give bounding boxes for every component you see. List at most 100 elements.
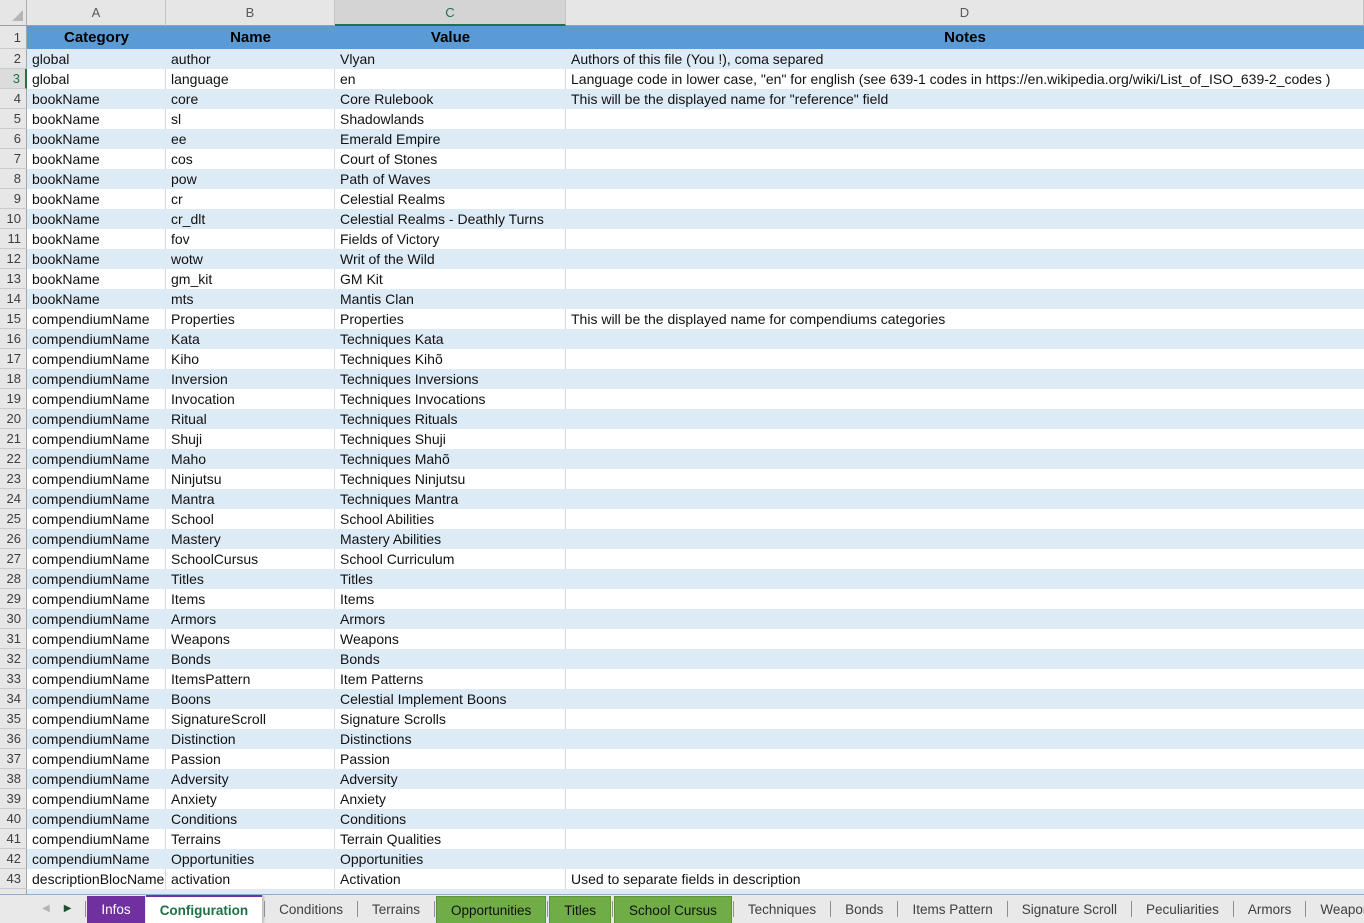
cell-name[interactable]: SchoolCursus (166, 549, 335, 569)
cell-notes[interactable] (566, 749, 1364, 769)
cell-value[interactable]: Techniques Mahõ (335, 449, 566, 469)
cell-value[interactable]: Celestial Realms (335, 189, 566, 209)
row-header-28[interactable]: 28 (0, 569, 27, 589)
cell-category[interactable]: bookName (27, 289, 166, 309)
cell-value[interactable]: Court of Stones (335, 149, 566, 169)
cell-notes[interactable] (566, 389, 1364, 409)
cell-category[interactable]: bookName (27, 209, 166, 229)
cell-category[interactable]: global (27, 49, 166, 69)
cell-notes[interactable] (566, 569, 1364, 589)
cell-notes[interactable] (566, 109, 1364, 129)
cell-category[interactable]: compendiumName (27, 309, 166, 329)
cell-value[interactable]: Techniques Rituals (335, 409, 566, 429)
cell-name[interactable]: Weapons (166, 629, 335, 649)
cell-category[interactable]: compendiumName (27, 809, 166, 829)
row-header-38[interactable]: 38 (0, 769, 27, 789)
cell-category[interactable]: compendiumName (27, 769, 166, 789)
cell-category[interactable]: compendiumName (27, 829, 166, 849)
cell-notes[interactable] (566, 129, 1364, 149)
cell-value[interactable]: Terrain Qualities (335, 829, 566, 849)
cell-notes[interactable]: Used to separate fields in description (566, 869, 1364, 889)
cell-value[interactable]: Writ of the Wild (335, 249, 566, 269)
header-value[interactable]: Value (335, 26, 566, 49)
cell-value[interactable]: Shadowlands (335, 109, 566, 129)
cell-category[interactable]: bookName (27, 149, 166, 169)
cell-category[interactable]: compendiumName (27, 849, 166, 869)
cell-value[interactable]: Weapons (335, 629, 566, 649)
cell-category[interactable]: bookName (27, 169, 166, 189)
cell-value[interactable]: Activation (335, 869, 566, 889)
cell-name[interactable]: Ninjutsu (166, 469, 335, 489)
sheet-tab-weapons[interactable]: Weapons (1306, 895, 1364, 923)
sheet-tab-items-pattern[interactable]: Items Pattern (898, 895, 1006, 923)
row-header-2[interactable]: 2 (0, 49, 27, 69)
cell-name[interactable]: Mantra (166, 489, 335, 509)
row-header-21[interactable]: 21 (0, 429, 27, 449)
cell-category[interactable]: compendiumName (27, 609, 166, 629)
sheet-tab-infos[interactable]: Infos (87, 896, 144, 923)
cell-value[interactable]: School Curriculum (335, 549, 566, 569)
cell-category[interactable]: compendiumName (27, 369, 166, 389)
cell-value[interactable]: Techniques Invocations (335, 389, 566, 409)
cell-name[interactable]: Properties (166, 309, 335, 329)
cell-notes[interactable] (566, 849, 1364, 869)
cell-notes[interactable] (566, 789, 1364, 809)
cell-value[interactable]: Signature Scrolls (335, 709, 566, 729)
row-header-32[interactable]: 32 (0, 649, 27, 669)
cell-notes[interactable]: This will be the displayed name for "ref… (566, 89, 1364, 109)
cell-name[interactable]: Items (166, 589, 335, 609)
cell-value[interactable]: Item Patterns (335, 669, 566, 689)
cell-name[interactable]: Boons (166, 689, 335, 709)
row-header-22[interactable]: 22 (0, 449, 27, 469)
cell-category[interactable]: compendiumName (27, 749, 166, 769)
cell-notes[interactable] (566, 169, 1364, 189)
row-header-7[interactable]: 7 (0, 149, 27, 169)
cell-notes[interactable] (566, 409, 1364, 429)
cell-notes[interactable] (566, 329, 1364, 349)
cell-name[interactable]: Opportunities (166, 849, 335, 869)
cell-name[interactable]: Invocation (166, 389, 335, 409)
cell-notes[interactable]: Authors of this file (You !), coma separ… (566, 49, 1364, 69)
cell-name[interactable]: sl (166, 109, 335, 129)
cell-name[interactable]: Mastery (166, 529, 335, 549)
cell-category[interactable]: bookName (27, 89, 166, 109)
cell-category[interactable]: compendiumName (27, 629, 166, 649)
row-header-34[interactable]: 34 (0, 689, 27, 709)
row-header-31[interactable]: 31 (0, 629, 27, 649)
cell-name[interactable]: Shuji (166, 429, 335, 449)
cell-category[interactable]: compendiumName (27, 409, 166, 429)
select-all-corner[interactable] (0, 0, 27, 26)
cell-name[interactable]: activation (166, 869, 335, 889)
cell-value[interactable]: Techniques Shuji (335, 429, 566, 449)
row-header-27[interactable]: 27 (0, 549, 27, 569)
cell-value[interactable]: Vlyan (335, 49, 566, 69)
column-header-A[interactable]: A (27, 0, 166, 26)
cell-value[interactable]: Mantis Clan (335, 289, 566, 309)
cell-notes[interactable] (566, 629, 1364, 649)
tab-scroll-right-icon[interactable]: ▶ (64, 904, 72, 914)
cell-name[interactable]: Passion (166, 749, 335, 769)
cell-category[interactable]: bookName (27, 269, 166, 289)
row-header-17[interactable]: 17 (0, 349, 27, 369)
row-header-20[interactable]: 20 (0, 409, 27, 429)
cell-value[interactable]: Passion (335, 749, 566, 769)
cell-value[interactable]: Items (335, 589, 566, 609)
cell-value[interactable]: School Abilities (335, 509, 566, 529)
cell-value[interactable]: Celestial Realms - Deathly Turns (335, 209, 566, 229)
cell-value[interactable]: Bonds (335, 649, 566, 669)
cell-notes[interactable] (566, 209, 1364, 229)
cell-value[interactable]: Mastery Abilities (335, 529, 566, 549)
row-header-16[interactable]: 16 (0, 329, 27, 349)
cell-category[interactable]: compendiumName (27, 509, 166, 529)
cell-value[interactable]: Conditions (335, 809, 566, 829)
row-header-5[interactable]: 5 (0, 109, 27, 129)
cell-notes[interactable] (566, 289, 1364, 309)
row-header-14[interactable]: 14 (0, 289, 27, 309)
cell-name[interactable]: cr_dlt (166, 209, 335, 229)
cell-category[interactable]: compendiumName (27, 349, 166, 369)
sheet-tab-bonds[interactable]: Bonds (831, 895, 897, 923)
cell-category[interactable]: compendiumName (27, 489, 166, 509)
sheet-tab-armors[interactable]: Armors (1234, 895, 1306, 923)
cell-name[interactable]: School (166, 509, 335, 529)
cell-value[interactable]: Techniques Kihõ (335, 349, 566, 369)
